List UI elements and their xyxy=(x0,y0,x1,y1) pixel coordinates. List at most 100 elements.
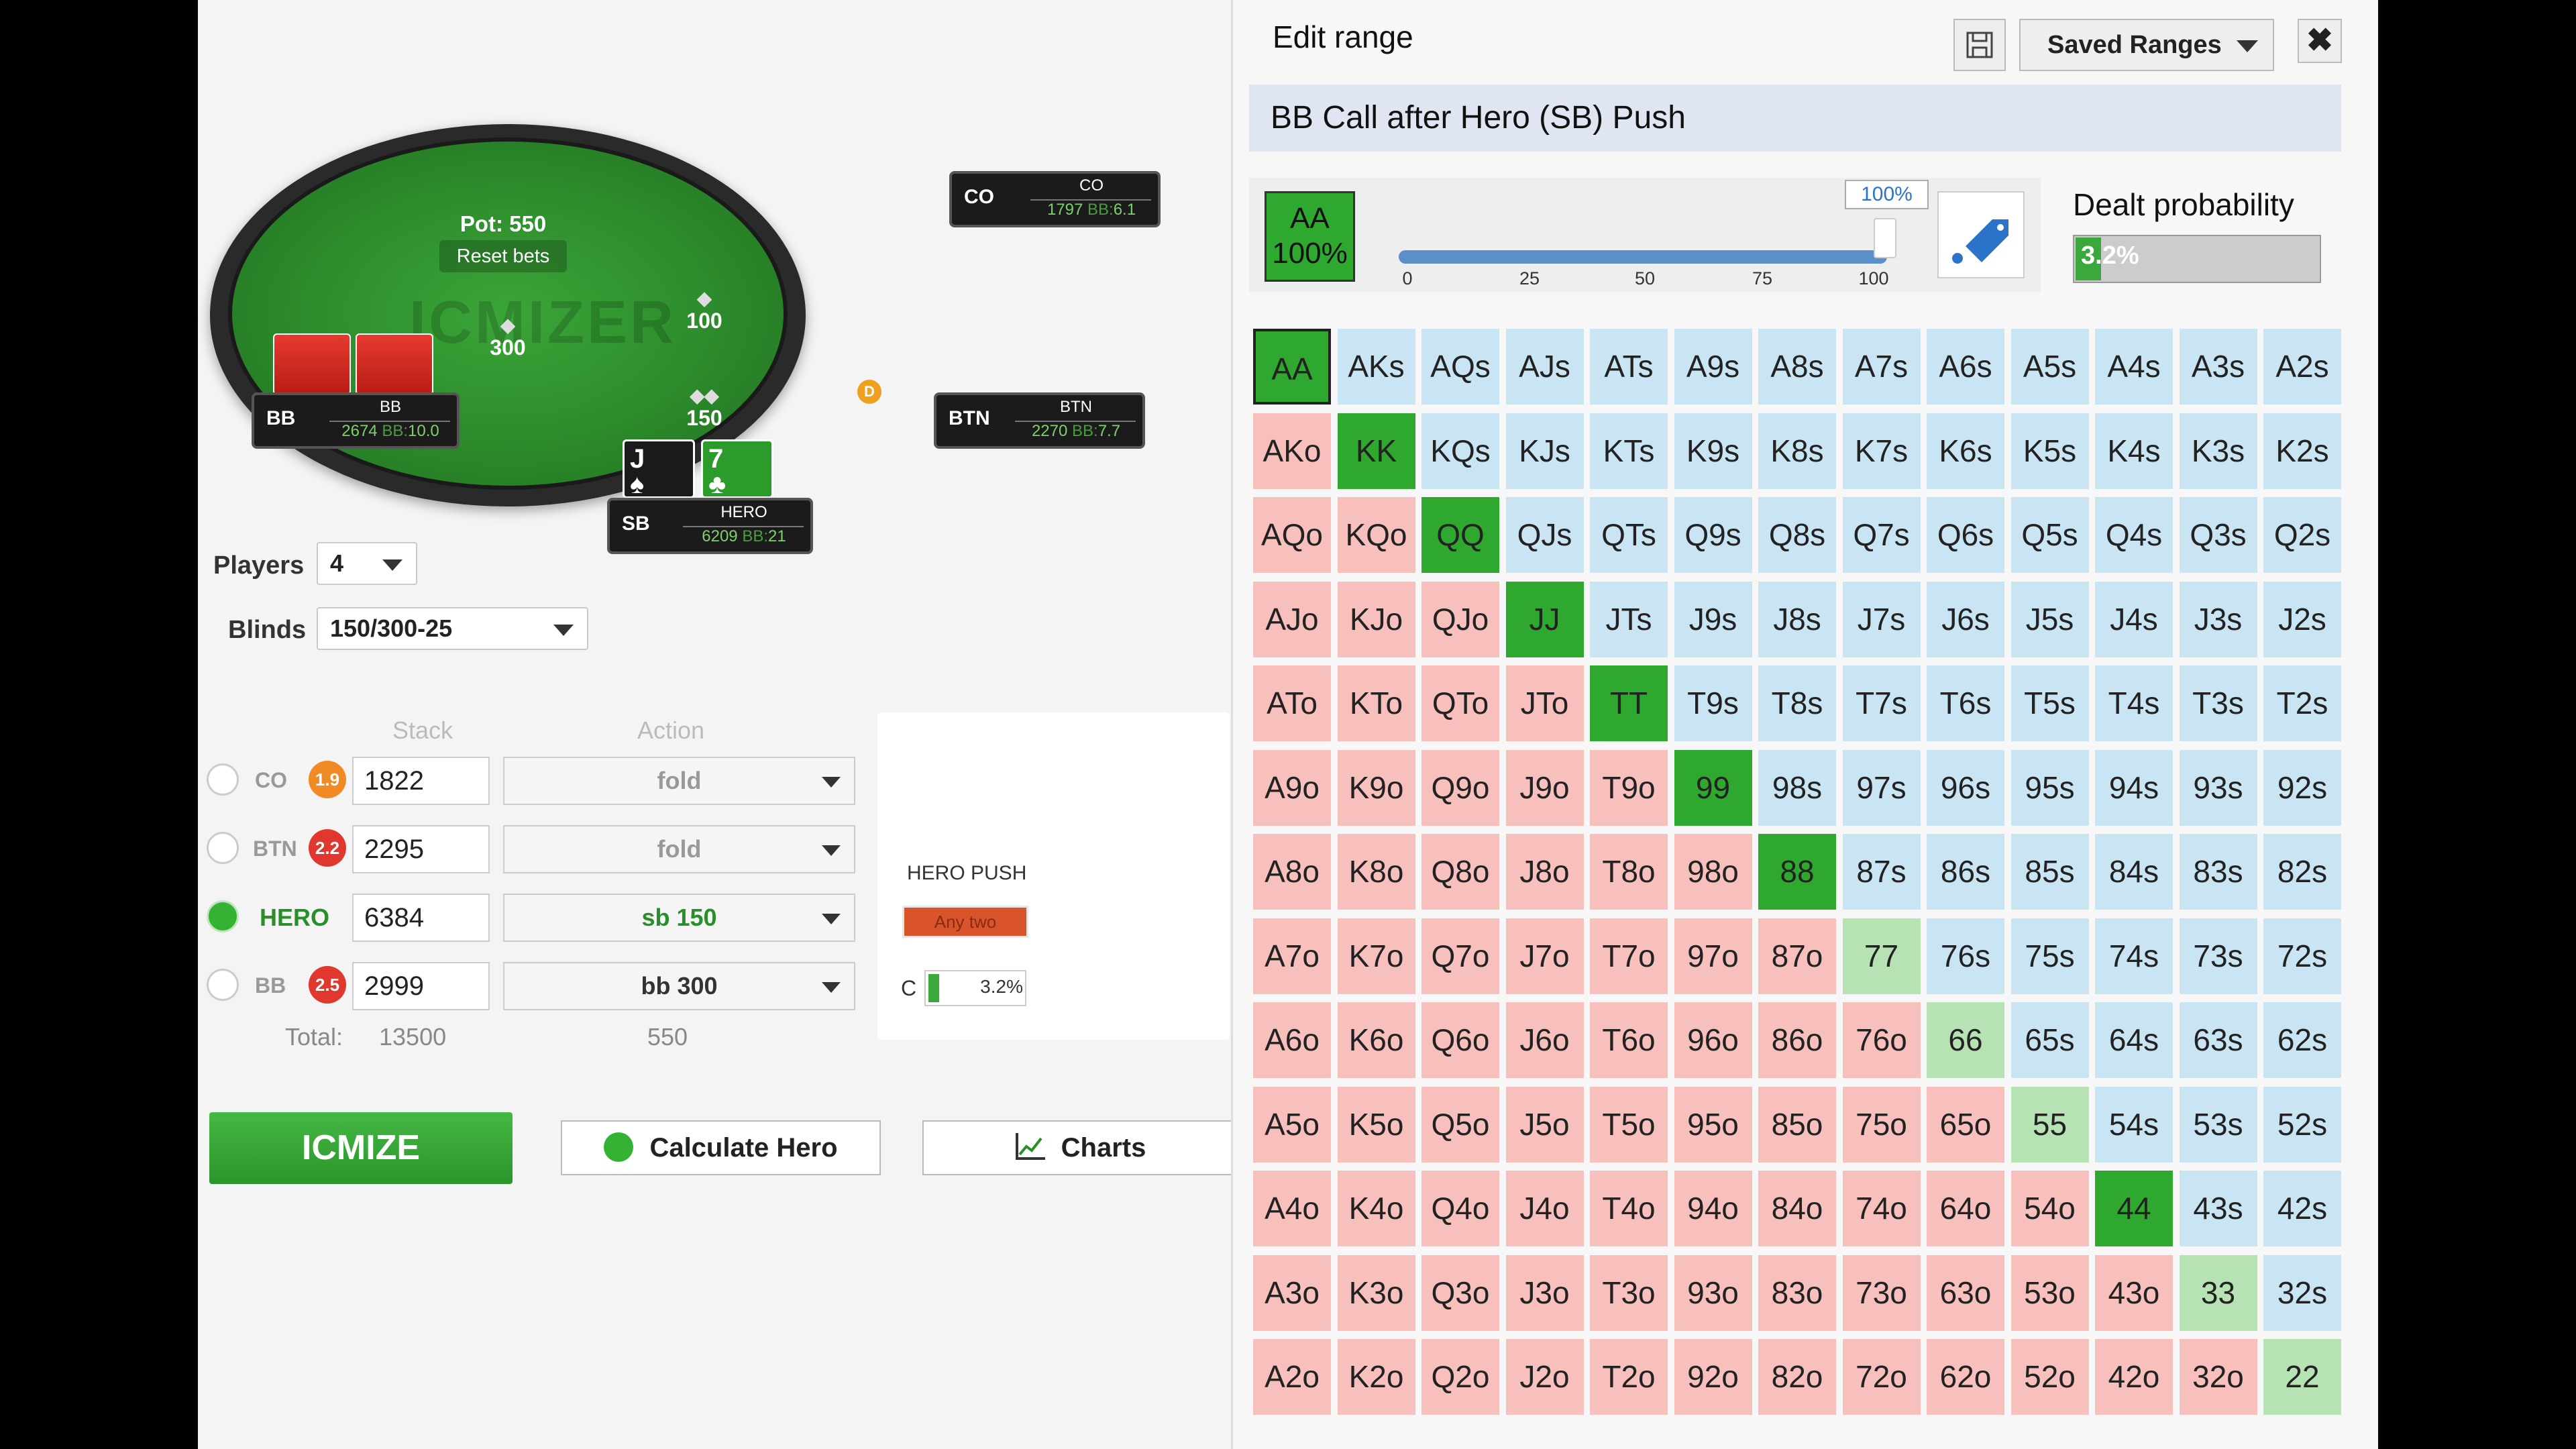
stack-input-hero[interactable]: 6384 xyxy=(352,894,490,942)
hand-cell-53o[interactable]: 53o xyxy=(2010,1254,2089,1331)
hand-cell-65s[interactable]: 65s xyxy=(2010,1002,2089,1078)
hand-cell-KK[interactable]: KK xyxy=(1337,413,1415,489)
hand-cell-K9o[interactable]: K9o xyxy=(1337,749,1415,826)
hand-cell-J5o[interactable]: J5o xyxy=(1505,1086,1584,1163)
hand-cell-A9o[interactable]: A9o xyxy=(1253,749,1331,826)
hand-cell-KQo[interactable]: KQo xyxy=(1337,497,1415,573)
hand-cell-74s[interactable]: 74s xyxy=(2095,918,2173,994)
hand-cell-A3o[interactable]: A3o xyxy=(1253,1254,1331,1331)
hand-cell-A2o[interactable]: A2o xyxy=(1253,1339,1331,1415)
hand-cell-AJo[interactable]: AJo xyxy=(1253,581,1331,657)
hand-cell-K2o[interactable]: K2o xyxy=(1337,1339,1415,1415)
hand-cell-T4s[interactable]: T4s xyxy=(2095,665,2173,741)
hand-cell-76o[interactable]: 76o xyxy=(1842,1002,1921,1078)
hand-cell-72s[interactable]: 72s xyxy=(2263,918,2341,994)
any-two-range-button[interactable]: Any two xyxy=(902,906,1028,938)
hand-cell-J7s[interactable]: J7s xyxy=(1842,581,1921,657)
hand-cell-AQo[interactable]: AQo xyxy=(1253,497,1331,573)
hand-cell-T7s[interactable]: T7s xyxy=(1842,665,1921,741)
hand-cell-J9o[interactable]: J9o xyxy=(1505,749,1584,826)
action-select-bb[interactable]: bb 300 xyxy=(503,962,855,1010)
hand-cell-T3s[interactable]: T3s xyxy=(2179,665,2257,741)
hand-cell-77[interactable]: 77 xyxy=(1842,918,1921,994)
hand-cell-J9s[interactable]: J9s xyxy=(1674,581,1752,657)
hand-cell-98o[interactable]: 98o xyxy=(1674,834,1752,910)
hand-cell-A7o[interactable]: A7o xyxy=(1253,918,1331,994)
hand-cell-Q8s[interactable]: Q8s xyxy=(1758,497,1836,573)
hand-cell-72o[interactable]: 72o xyxy=(1842,1339,1921,1415)
hand-cell-88[interactable]: 88 xyxy=(1758,834,1836,910)
hand-cell-92o[interactable]: 92o xyxy=(1674,1339,1752,1415)
hand-cell-62o[interactable]: 62o xyxy=(1927,1339,2004,1415)
hand-cell-T6s[interactable]: T6s xyxy=(1927,665,2004,741)
hand-cell-K6s[interactable]: K6s xyxy=(1927,413,2004,489)
hand-cell-T9s[interactable]: T9s xyxy=(1674,665,1752,741)
hand-cell-73s[interactable]: 73s xyxy=(2179,918,2257,994)
hand-cell-Q6o[interactable]: Q6o xyxy=(1421,1002,1499,1078)
hand-cell-K8o[interactable]: K8o xyxy=(1337,834,1415,910)
hand-cell-75s[interactable]: 75s xyxy=(2010,918,2089,994)
hand-cell-A3s[interactable]: A3s xyxy=(2179,329,2257,405)
hand-cell-Q2o[interactable]: Q2o xyxy=(1421,1339,1499,1415)
hand-cell-ATo[interactable]: ATo xyxy=(1253,665,1331,741)
hand-cell-33[interactable]: 33 xyxy=(2179,1254,2257,1331)
hand-cell-A7s[interactable]: A7s xyxy=(1842,329,1921,405)
players-select[interactable]: 4 xyxy=(317,542,417,585)
stack-input-bb[interactable]: 2999 xyxy=(352,962,490,1010)
hand-cell-JTo[interactable]: JTo xyxy=(1505,665,1584,741)
hand-cell-Q6s[interactable]: Q6s xyxy=(1927,497,2004,573)
hand-cell-T5s[interactable]: T5s xyxy=(2010,665,2089,741)
hand-cell-97s[interactable]: 97s xyxy=(1842,749,1921,826)
hand-cell-T4o[interactable]: T4o xyxy=(1590,1171,1668,1246)
hand-cell-Q2s[interactable]: Q2s xyxy=(2263,497,2341,573)
hand-cell-T7o[interactable]: T7o xyxy=(1590,918,1668,994)
hand-cell-JTs[interactable]: JTs xyxy=(1590,581,1668,657)
hand-cell-T2o[interactable]: T2o xyxy=(1590,1339,1668,1415)
action-select-hero[interactable]: sb 150 xyxy=(503,894,855,942)
hand-cell-J4s[interactable]: J4s xyxy=(2095,581,2173,657)
hand-cell-KTs[interactable]: KTs xyxy=(1590,413,1668,489)
hand-cell-83s[interactable]: 83s xyxy=(2179,834,2257,910)
saved-ranges-select[interactable]: Saved Ranges xyxy=(2019,19,2274,71)
hand-cell-AJs[interactable]: AJs xyxy=(1505,329,1584,405)
hand-cell-Q3s[interactable]: Q3s xyxy=(2179,497,2257,573)
close-icon[interactable]: ✖ xyxy=(2298,19,2342,63)
hand-cell-44[interactable]: 44 xyxy=(2095,1171,2173,1246)
hand-cell-Q8o[interactable]: Q8o xyxy=(1421,834,1499,910)
hand-cell-A4s[interactable]: A4s xyxy=(2095,329,2173,405)
hand-cell-52s[interactable]: 52s xyxy=(2263,1086,2341,1163)
hand-cell-K7o[interactable]: K7o xyxy=(1337,918,1415,994)
hand-cell-A6o[interactable]: A6o xyxy=(1253,1002,1331,1078)
icmize-button[interactable]: ICMIZE xyxy=(209,1112,513,1184)
hand-cell-K3o[interactable]: K3o xyxy=(1337,1254,1415,1331)
player-radio-co[interactable] xyxy=(207,763,239,796)
hand-cell-TT[interactable]: TT xyxy=(1590,665,1668,741)
action-select-co[interactable]: fold xyxy=(503,757,855,805)
hand-cell-98s[interactable]: 98s xyxy=(1758,749,1836,826)
hand-cell-T8s[interactable]: T8s xyxy=(1758,665,1836,741)
reset-bets-button[interactable]: Reset bets xyxy=(439,240,567,272)
hand-cell-Q7o[interactable]: Q7o xyxy=(1421,918,1499,994)
seat-co[interactable]: CO CO 1797 BB:6.1 xyxy=(949,171,1161,227)
hand-cell-64s[interactable]: 64s xyxy=(2095,1002,2173,1078)
hand-cell-62s[interactable]: 62s xyxy=(2263,1002,2341,1078)
hand-cell-J2s[interactable]: J2s xyxy=(2263,581,2341,657)
stack-input-btn[interactable]: 2295 xyxy=(352,825,490,873)
hand-cell-A5o[interactable]: A5o xyxy=(1253,1086,1331,1163)
hand-cell-Q4s[interactable]: Q4s xyxy=(2095,497,2173,573)
paint-tag-button[interactable] xyxy=(1937,191,2025,278)
hand-cell-54s[interactable]: 54s xyxy=(2095,1086,2173,1163)
hand-cell-QQ[interactable]: QQ xyxy=(1421,497,1499,573)
hand-cell-K4s[interactable]: K4s xyxy=(2095,413,2173,489)
hand-cell-J5s[interactable]: J5s xyxy=(2010,581,2089,657)
hand-cell-75o[interactable]: 75o xyxy=(1842,1086,1921,1163)
hand-cell-76s[interactable]: 76s xyxy=(1927,918,2004,994)
hand-cell-T5o[interactable]: T5o xyxy=(1590,1086,1668,1163)
player-radio-hero[interactable] xyxy=(207,900,239,932)
hand-cell-A8o[interactable]: A8o xyxy=(1253,834,1331,910)
hand-cell-K9s[interactable]: K9s xyxy=(1674,413,1752,489)
hand-cell-64o[interactable]: 64o xyxy=(1927,1171,2004,1246)
hand-cell-32o[interactable]: 32o xyxy=(2179,1339,2257,1415)
hand-cell-JJ[interactable]: JJ xyxy=(1505,581,1584,657)
hand-cell-55[interactable]: 55 xyxy=(2010,1086,2089,1163)
